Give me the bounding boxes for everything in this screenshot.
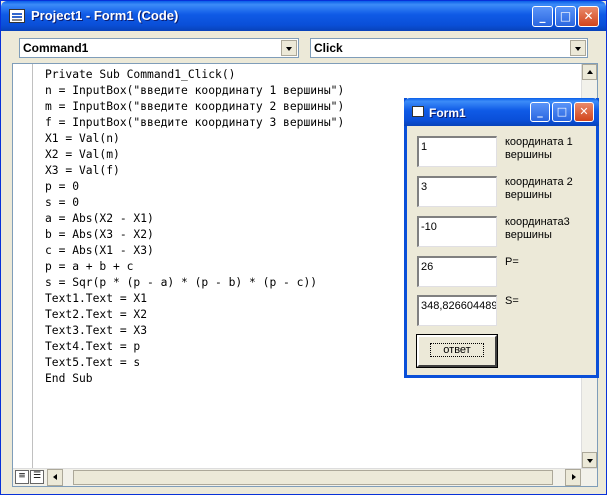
answer-button[interactable]: ответ (416, 334, 498, 368)
code-line[interactable]: X3 = Val(f) (45, 163, 344, 179)
code-line[interactable]: Text4.Text = p (45, 339, 344, 355)
chevron-down-icon[interactable] (281, 40, 297, 56)
minimize-button[interactable]: _ (532, 6, 553, 27)
text1-field[interactable]: 1 (417, 136, 497, 167)
text3-field[interactable]: -10 (417, 216, 497, 247)
window-title-bar[interactable]: Project1 - Form1 (Code) _ □ ✕ (1, 1, 606, 31)
scroll-thumb[interactable] (73, 470, 553, 485)
code-line[interactable]: Text3.Text = X3 (45, 323, 344, 339)
scroll-right-icon[interactable] (565, 469, 581, 486)
code-line[interactable]: Text2.Text = X2 (45, 307, 344, 323)
code-line[interactable]: Text1.Text = X1 (45, 291, 344, 307)
maximize-button[interactable]: □ (555, 6, 576, 27)
code-line[interactable]: b = Abs(X3 - X2) (45, 227, 344, 243)
form1-close-button[interactable]: ✕ (574, 102, 594, 122)
label-vertex-3: координата3 вершины (505, 216, 570, 241)
code-line[interactable]: Private Sub Command1_Click() (45, 67, 344, 83)
scroll-left-icon[interactable] (47, 469, 63, 486)
answer-button-label: ответ (430, 343, 484, 357)
code-line[interactable]: m = InputBox("введите координату 2 верши… (45, 99, 344, 115)
text4-field[interactable]: 26 (417, 256, 497, 287)
label-vertex-1: координата 1 вершины (505, 136, 573, 161)
form1-title-bar[interactable]: Form1 _ □ ✕ (404, 98, 599, 126)
code-line[interactable]: f = InputBox("введите координату 3 верши… (45, 115, 344, 131)
code-line[interactable]: s = 0 (45, 195, 344, 211)
form-icon (412, 106, 424, 117)
code-line[interactable]: End Sub (45, 371, 344, 387)
code-line[interactable]: a = Abs(X2 - X1) (45, 211, 344, 227)
object-combo-value: Command1 (23, 41, 89, 55)
code-text[interactable]: Private Sub Command1_Click() n = InputBox… (45, 67, 344, 387)
code-line[interactable]: n = InputBox("введите координату 1 верши… (45, 83, 344, 99)
label-area: S= (505, 295, 519, 307)
procedure-view-icon[interactable]: ≡ (15, 470, 29, 484)
code-line[interactable]: p = a + b + c (45, 259, 344, 275)
form1-minimize-button[interactable]: _ (530, 102, 550, 122)
window-title: Project1 - Form1 (Code) (31, 8, 179, 23)
editor-margin (13, 64, 33, 468)
code-line[interactable]: c = Abs(X1 - X3) (45, 243, 344, 259)
code-window-icon (9, 9, 25, 23)
label-vertex-2: координата 2 вершины (505, 176, 573, 201)
label-perimeter: P= (505, 256, 519, 268)
scroll-down-icon[interactable] (582, 452, 597, 468)
scroll-up-icon[interactable] (582, 64, 597, 80)
form1-title: Form1 (429, 106, 466, 120)
chevron-down-icon[interactable] (570, 40, 586, 56)
code-line[interactable]: s = Sqr(p * (p - a) * (p - b) * (p - c)) (45, 275, 344, 291)
text2-field[interactable]: 3 (417, 176, 497, 207)
procedure-combo[interactable]: Click (310, 38, 588, 58)
close-button[interactable]: ✕ (578, 6, 599, 27)
form1-window: Form1 _ □ ✕ 1 координата 1 вершины 3 коо… (404, 98, 599, 378)
code-line[interactable]: Text5.Text = s (45, 355, 344, 371)
text5-field[interactable]: 348,826604489 (417, 295, 497, 326)
form1-maximize-button[interactable]: □ (552, 102, 572, 122)
code-line[interactable]: p = 0 (45, 179, 344, 195)
full-module-view-icon[interactable]: ☰ (30, 470, 44, 484)
horizontal-scrollbar[interactable]: ≡ ☰ (13, 468, 597, 486)
code-line[interactable]: X1 = Val(n) (45, 131, 344, 147)
procedure-combo-value: Click (314, 41, 343, 55)
object-combo[interactable]: Command1 (19, 38, 299, 58)
code-line[interactable]: X2 = Val(m) (45, 147, 344, 163)
